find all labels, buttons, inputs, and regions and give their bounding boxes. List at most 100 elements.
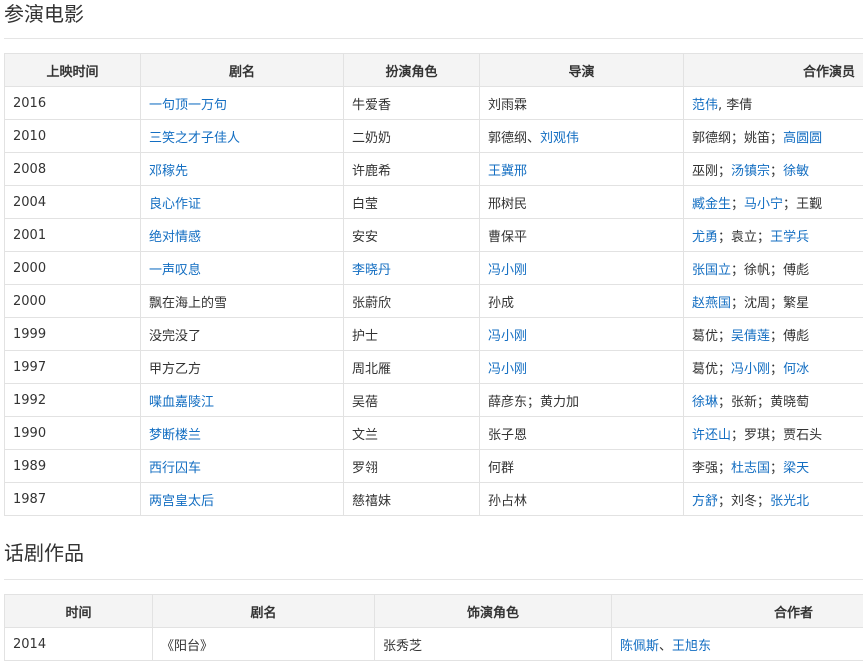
name-link[interactable]: 赵燕国: [692, 296, 731, 311]
cell-role: 安安: [343, 218, 480, 252]
cell-costars: 葛优；吴倩莲；傅彪: [683, 317, 863, 351]
plays-table-body: 2014 《阳台》 张秀芝 陈佩斯、王旭东: [4, 627, 863, 661]
cell-title: 《阳台》: [152, 627, 375, 661]
name-text: 邢树民: [488, 196, 528, 212]
name-link[interactable]: 陈佩斯: [620, 639, 659, 654]
name-link[interactable]: 何冰: [783, 362, 809, 377]
films-table-body: 2016 一句顶一万句 牛爱香 刘雨霖 范伟, 李倩 2010 三笑之才子佳人 二奶奶 郭德纲、…: [4, 86, 863, 516]
name-link[interactable]: 两宫皇太后: [149, 494, 214, 509]
name-link[interactable]: 臧金生: [692, 197, 731, 212]
separator: ；: [718, 460, 732, 476]
name-link[interactable]: 许还山: [692, 428, 731, 443]
name-link[interactable]: 尤勇: [692, 230, 718, 245]
separator: ；: [770, 262, 784, 278]
name-text: 孙占林: [488, 493, 528, 509]
name-link[interactable]: 邓稼先: [149, 164, 188, 179]
name-link[interactable]: 汤镇宗: [731, 164, 770, 179]
separator: ；: [770, 295, 784, 311]
name-link[interactable]: 徐敏: [783, 164, 809, 179]
films-header-row: 上映时间 剧名 扮演角色 导演 合作演员: [4, 53, 863, 87]
cell-title: 一句顶一万句: [140, 86, 344, 120]
name-text: 郭德纲: [488, 130, 528, 146]
films-section-title: 参演电影: [4, 2, 84, 26]
name-link[interactable]: 杜志国: [731, 461, 770, 476]
cell-year: 1990: [4, 416, 141, 450]
name-link[interactable]: 徐琳: [692, 395, 718, 410]
table-row: 1999 没完没了 护士 冯小刚 葛优；吴倩莲；傅彪: [4, 317, 863, 351]
films-section-divider: [4, 38, 863, 39]
table-row: 2004 良心作证 白莹 邢树民 臧金生；马小宁；王觐: [4, 185, 863, 219]
name-text: 没完没了: [149, 328, 202, 344]
name-link[interactable]: 三笑之才子佳人: [149, 131, 240, 146]
name-link[interactable]: 梁天: [783, 461, 809, 476]
table-row: 2000 飘在海上的雪 张蔚欣 孙成 赵燕国；沈周；繁星: [4, 284, 863, 318]
name-link[interactable]: 冯小刚: [488, 263, 527, 278]
separator: ；: [770, 328, 784, 344]
cell-role: 张蔚欣: [343, 284, 480, 318]
cell-title: 一声叹息: [140, 251, 344, 285]
name-link[interactable]: 王学兵: [770, 230, 809, 245]
name-link[interactable]: 吴倩莲: [731, 329, 770, 344]
table-row: 2008 邓稼先 许鹿希 王冀邢 巫刚；汤镇宗；徐敏: [4, 152, 863, 186]
cell-director: 王冀邢: [479, 152, 684, 186]
cell-title: 绝对情感: [140, 218, 344, 252]
name-link[interactable]: 方舒: [692, 494, 718, 509]
name-link[interactable]: 范伟: [692, 98, 718, 113]
header-play-role: 饰演角色: [374, 594, 612, 628]
name-link[interactable]: 马小宁: [744, 197, 783, 212]
cell-costars: 葛优；冯小刚；何冰: [683, 350, 863, 384]
name-link[interactable]: 冯小刚: [488, 329, 527, 344]
separator: ；: [731, 262, 745, 278]
films-table: 上映时间 剧名 扮演角色 导演 合作演员 2016 一句顶一万句 牛爱香 刘雨霖 范伟,…: [4, 53, 863, 516]
name-link[interactable]: 张国立: [692, 263, 731, 278]
name-link[interactable]: 张光北: [770, 494, 809, 509]
name-link[interactable]: 冯小刚: [488, 362, 527, 377]
name-link[interactable]: 一声叹息: [149, 263, 201, 278]
cell-director: 冯小刚: [479, 317, 684, 351]
name-text: 张子恩: [488, 427, 528, 443]
header-role: 扮演角色: [343, 53, 480, 87]
name-link[interactable]: 梦断楼兰: [149, 428, 201, 443]
header-director: 导演: [479, 53, 684, 87]
cell-title: 喋血嘉陵江: [140, 383, 344, 417]
cell-role: 牛爱香: [343, 86, 480, 120]
name-link[interactable]: 一句顶一万句: [149, 98, 227, 113]
name-text: 薛彦东: [488, 394, 528, 410]
cell-role: 周北雁: [343, 350, 480, 384]
header-costars: 合作演员: [683, 53, 863, 87]
name-link[interactable]: 良心作证: [149, 197, 201, 212]
cell-year: 2014: [4, 627, 153, 661]
name-link[interactable]: 王旭东: [672, 639, 711, 654]
name-text: 傅彪: [783, 262, 810, 278]
name-link[interactable]: 绝对情感: [149, 230, 201, 245]
name-text: 王觐: [796, 196, 823, 212]
cell-year: 2004: [4, 185, 141, 219]
cell-year: 2000: [4, 284, 141, 318]
name-link[interactable]: 冯小刚: [731, 362, 770, 377]
cell-year: 1989: [4, 449, 141, 483]
cell-partners: 陈佩斯、王旭东: [611, 627, 863, 661]
name-text: 袁立: [731, 229, 758, 245]
separator: ；: [757, 493, 771, 509]
name-text: 刘雨霖: [488, 97, 528, 113]
name-link[interactable]: 李晓丹: [352, 263, 391, 278]
name-link[interactable]: 王冀邢: [488, 164, 527, 179]
name-link[interactable]: 刘观伟: [540, 131, 579, 146]
cell-year: 2000: [4, 251, 141, 285]
separator: 、: [659, 638, 673, 654]
separator: ；: [783, 196, 797, 212]
header-release-year: 上映时间: [4, 53, 141, 87]
separator: ；: [770, 163, 784, 179]
table-row: 1987 两宫皇太后 慈禧妹 孙占林 方舒；刘冬；张光北: [4, 482, 863, 516]
cell-director: 孙成: [479, 284, 684, 318]
separator: ；: [527, 394, 541, 410]
name-link[interactable]: 高圆圆: [783, 131, 822, 146]
cell-director: 薛彦东；黄力加: [479, 383, 684, 417]
name-link[interactable]: 喋血嘉陵江: [149, 395, 214, 410]
name-link[interactable]: 西行囚车: [149, 461, 201, 476]
cell-role: 白莹: [343, 185, 480, 219]
cell-director: 曹保平: [479, 218, 684, 252]
cell-year: 1987: [4, 482, 141, 516]
name-text: 罗琪: [744, 427, 771, 443]
separator: ；: [731, 196, 745, 212]
